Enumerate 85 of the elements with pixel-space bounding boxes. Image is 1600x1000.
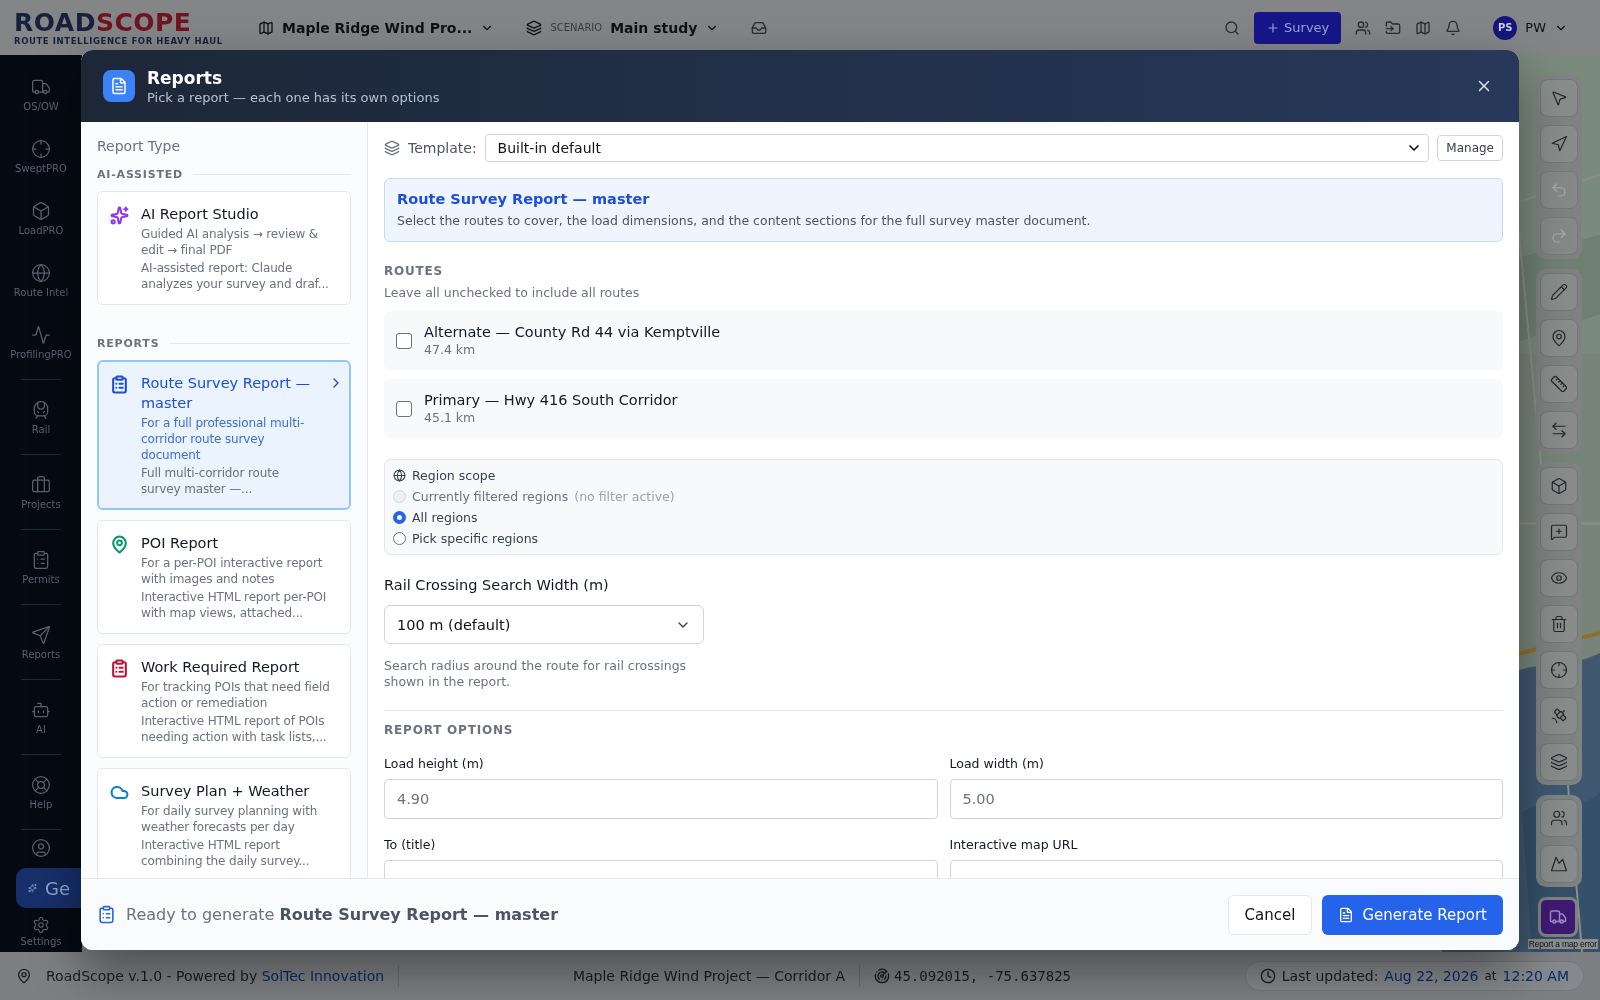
- project-selector[interactable]: Maple Ridge Wind Pro...: [282, 19, 473, 36]
- nav-item[interactable]: Rail: [31, 386, 51, 448]
- field-hint: Search radius around the route for rail crossings shown in the report.: [384, 658, 688, 690]
- report-description: Full multi-corridor route survey master —...: [141, 465, 280, 497]
- radio-label[interactable]: Pick specific regions: [412, 531, 539, 546]
- report-purpose: For a per-POI interactive report with images and notes: [141, 555, 324, 587]
- logo: ROADSCOPE: [14, 9, 193, 36]
- nav-item[interactable]: Permits: [22, 536, 60, 598]
- dialog-title: Reports: [147, 67, 224, 88]
- report-title: Survey Plan + Weather: [141, 782, 311, 801]
- report-purpose: Guided AI analysis → review & edit → final PDF: [141, 226, 319, 258]
- radio-note: (no filter active): [574, 489, 675, 504]
- updated-date: Aug 22, 2026: [1384, 968, 1479, 984]
- report-description: Interactive HTML report of POIs needing action with task lists,...: [141, 713, 328, 745]
- report-description: AI-assisted report: Claude analyzes your survey and draf...: [141, 260, 330, 292]
- nav-item[interactable]: Route Intel: [13, 249, 69, 311]
- field-label: Rail Crossing Search Width (m): [384, 577, 610, 593]
- nav-item[interactable]: SweptPRO: [15, 125, 67, 187]
- report-card[interactable]: Route Survey Report — master For a full professional multi-corridor route survey document Full multi-corridor route survey master —...: [97, 360, 351, 510]
- width-select[interactable]: 100 m (default): [384, 605, 704, 644]
- panel-heading: Report Type: [97, 138, 181, 154]
- nav-item[interactable]: Reports: [21, 611, 61, 673]
- field-label: Load width (m): [949, 756, 1045, 771]
- input-field[interactable]: 4.90: [384, 779, 938, 819]
- report-card[interactable]: POI Report For a per-POI interactive report with images and notes Interactive HTML report per-POI with map views, attached...: [97, 520, 351, 634]
- field-label: Interactive map URL: [949, 837, 1079, 852]
- report-description: Interactive HTML report combining the daily survey...: [141, 837, 311, 869]
- credit-text: RoadScope v.1.0 - Powered by SolTec Innovation: [46, 968, 385, 984]
- route-row[interactable]: Primary — Hwy 416 South Corridor 45.1 km: [384, 379, 1503, 438]
- report-title: AI Report Studio: [141, 205, 260, 224]
- radio-label[interactable]: All regions: [412, 510, 478, 525]
- report-description: Interactive HTML report per-POI with map views, attached...: [141, 589, 328, 621]
- nav-item[interactable]: Help: [29, 761, 53, 823]
- report-purpose: For a full professional multi-corridor route survey document: [141, 415, 306, 463]
- route-row[interactable]: Alternate — County Rd 44 via Kemptville 47.4 km: [384, 311, 1503, 370]
- coordinates: 45.092015, -75.637825: [894, 968, 1072, 984]
- nav-item[interactable]: Settings: [20, 912, 62, 950]
- input-field[interactable]: 5.00: [949, 779, 1503, 819]
- group-label: AI-ASSISTED: [97, 168, 183, 181]
- nav-item[interactable]: Projects: [21, 461, 61, 523]
- manage-button[interactable]: Manage: [1437, 135, 1503, 161]
- report-title: Route Survey Report — master: [141, 374, 311, 413]
- company-link[interactable]: SolTec Innovation: [261, 968, 385, 984]
- info-text: Select the routes to cover, the load dimensions, and the content sections for the full survey master document.: [397, 213, 1092, 228]
- section-heading: ROUTES: [384, 264, 444, 278]
- report-card[interactable]: Survey Plan + Weather For daily survey planning with weather forecasts per day Interactive HTML report combining the daily survey...: [97, 768, 351, 878]
- section-hint: Leave all unchecked to include all routes: [384, 285, 641, 301]
- template-label: Template:: [408, 140, 477, 156]
- route-distance: 47.4 km: [424, 342, 477, 357]
- route-distance: 45.1 km: [424, 410, 477, 425]
- group-label: REPORTS: [97, 337, 160, 350]
- user-name[interactable]: PW: [1525, 20, 1546, 35]
- route-name: Alternate — County Rd 44 via Kemptville: [424, 324, 721, 340]
- info-title: Route Survey Report — master: [397, 191, 651, 207]
- updated-label: Last updated:: [1281, 968, 1379, 984]
- generate-report-button[interactable]: Generate Report: [1322, 894, 1503, 935]
- nav-item[interactable]: AI: [31, 686, 51, 748]
- nav-item[interactable]: LoadPRO: [18, 187, 64, 249]
- survey-button[interactable]: Survey: [1254, 11, 1342, 44]
- tagline: ROUTE INTELLIGENCE FOR HEAVY HAUL: [14, 35, 224, 46]
- cancel-button[interactable]: Cancel: [1227, 894, 1313, 935]
- project-name: Maple Ridge Wind Project — Corridor A: [572, 968, 845, 984]
- map-error-link[interactable]: Report a map error: [1527, 939, 1598, 949]
- nav-item[interactable]: ProfilingPRO: [10, 311, 72, 373]
- field-label: To (title): [384, 837, 437, 852]
- field-label: Load height (m): [384, 756, 485, 771]
- report-card[interactable]: Work Required Report For tracking POIs that need field action or remediation Interactive HTML report of POIs needing action with task lists,...: [97, 644, 351, 758]
- avatar[interactable]: PS: [1493, 15, 1518, 40]
- report-card[interactable]: AI Report Studio Guided AI analysis → review & edit → final PDF AI-assisted report: Claude analyzes your survey and draf...: [97, 191, 351, 305]
- scenario-label: SCENARIO: [550, 22, 603, 33]
- dialog-subtitle: Pick a report — each one has its own options: [147, 89, 441, 105]
- report-title: POI Report: [141, 534, 220, 553]
- nav-item[interactable]: OS/OW: [23, 63, 59, 125]
- updated-time: 12:20 AM: [1502, 968, 1569, 984]
- scenario-selector[interactable]: Main study: [610, 19, 698, 36]
- template-select[interactable]: Built-in default: [484, 134, 1430, 162]
- footer-status: Ready to generate Route Survey Report — master: [126, 905, 560, 924]
- region-scope-label: Region scope: [412, 468, 496, 483]
- report-title: Work Required Report: [141, 658, 301, 677]
- generate-button[interactable]: Ge: [16, 868, 82, 908]
- updated-at: at: [1484, 969, 1497, 983]
- section-heading: REPORT OPTIONS: [384, 723, 515, 737]
- report-purpose: For tracking POIs that need field action or remediation: [141, 679, 331, 711]
- report-purpose: For daily survey planning with weather forecasts per day: [141, 803, 319, 835]
- route-name: Primary — Hwy 416 South Corridor: [424, 392, 678, 408]
